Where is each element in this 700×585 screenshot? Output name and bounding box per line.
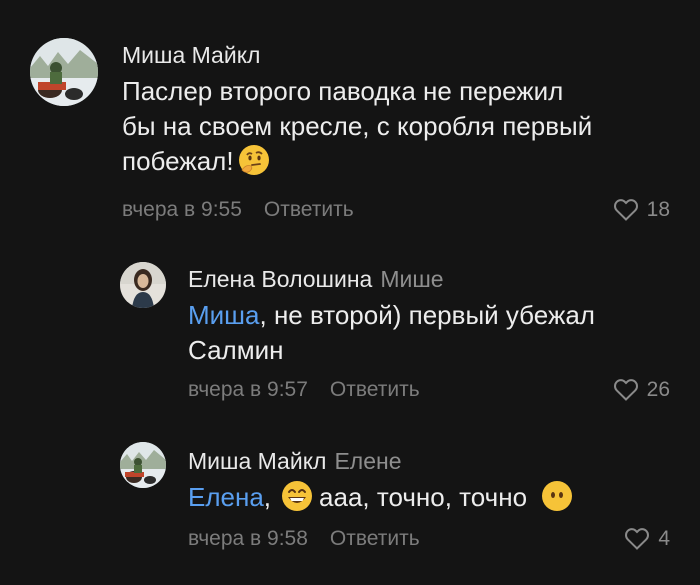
avatar[interactable]	[120, 262, 166, 308]
comment-text: Паслер второго паводка не пережил бы на …	[122, 74, 682, 185]
comment-meta: вчера в 9:58 Ответить	[188, 525, 420, 553]
comment-text: Миша, не второй) первый убежал Салмин	[188, 298, 688, 368]
comment-time: вчера в 9:58	[188, 527, 308, 550]
like-button[interactable]: 26	[613, 376, 670, 404]
author-name[interactable]: Миша Майкл	[188, 448, 326, 474]
comment-header: Миша Майкл	[122, 40, 260, 70]
comment-time: вчера в 9:55	[122, 198, 242, 221]
comment-header: Елена Волошина Мише	[188, 264, 444, 294]
grinning-face-icon	[281, 480, 313, 521]
heart-icon	[613, 379, 638, 401]
atv-rider-avatar-icon	[30, 38, 98, 106]
comment-text-line: Миша, не второй) первый убежал	[188, 298, 688, 333]
comment-text-span: побежал!	[122, 146, 234, 176]
like-button[interactable]: 18	[613, 196, 670, 224]
comment-meta: вчера в 9:57 Ответить	[188, 376, 420, 404]
comment-text-span: ,	[263, 482, 272, 512]
comment-time: вчера в 9:57	[188, 378, 308, 401]
avatar[interactable]	[30, 38, 98, 106]
reply-button[interactable]: Ответить	[264, 198, 354, 221]
author-name[interactable]: Елена Волошина	[188, 266, 372, 292]
like-count: 18	[646, 198, 670, 221]
avatar[interactable]	[120, 442, 166, 488]
comment-text-line: бы на своем кресле, с коробля первый	[122, 111, 593, 141]
like-button[interactable]: 4	[624, 525, 670, 553]
comment-text-line: Паслер второго паводка не пережил	[122, 76, 564, 106]
thinking-face-icon	[238, 144, 270, 185]
heart-icon	[613, 199, 638, 221]
reply-button[interactable]: Ответить	[330, 527, 420, 550]
reply-button[interactable]: Ответить	[330, 378, 420, 401]
comment-text-span: , не второй) первый убежал	[259, 300, 595, 330]
heart-icon	[625, 528, 650, 550]
reply-to-name[interactable]: Елене	[334, 448, 401, 474]
mention-link[interactable]: Миша	[188, 300, 260, 330]
mention-link[interactable]: Елена	[188, 482, 264, 512]
comment-text-line: побежал!	[122, 144, 682, 185]
comment-text-span: ааа, точно, точно	[319, 482, 528, 512]
like-count: 4	[658, 527, 670, 550]
comment-header: Миша Майкл Елене	[188, 446, 402, 476]
comment-meta: вчера в 9:55 Ответить	[122, 196, 354, 224]
comment-text-line: Елена, ааа, точно, точно	[188, 480, 688, 521]
reply-to-name[interactable]: Мише	[380, 266, 443, 292]
woman-avatar-icon	[120, 262, 166, 308]
like-count: 26	[646, 378, 670, 401]
atv-rider-avatar-icon	[120, 442, 166, 488]
author-name[interactable]: Миша Майкл	[122, 42, 260, 68]
comment-text-line: Салмин	[188, 335, 284, 365]
face-without-mouth-icon	[541, 480, 573, 521]
comment-text: Елена, ааа, точно, точно	[188, 480, 688, 521]
